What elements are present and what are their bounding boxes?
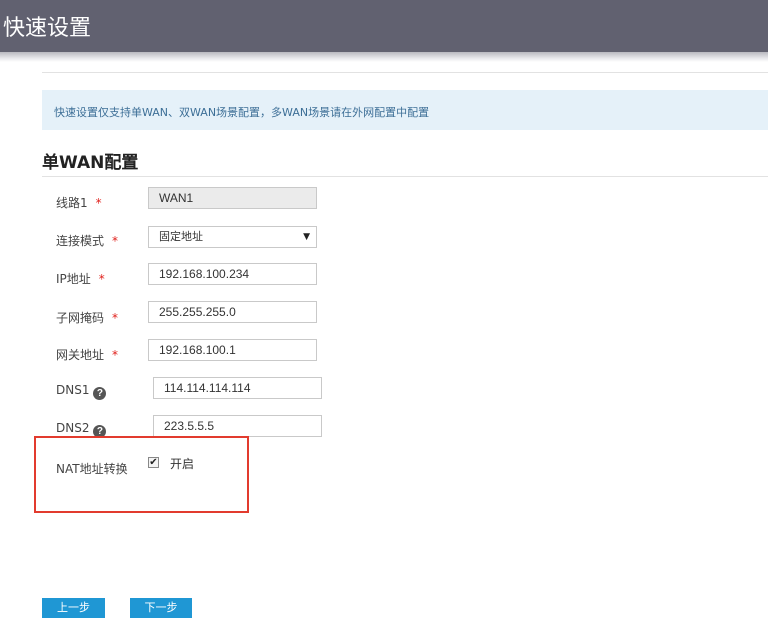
dns1-label: DNS1? [56,383,107,400]
required-mark: * [95,196,102,210]
connection-mode-select[interactable]: 固定地址 ▼ [148,226,317,248]
mode-label: 连接模式 * [56,232,118,249]
ip-label-text: IP地址 [56,272,91,286]
line-label-text: 线路1 [56,196,88,210]
line-label: 线路1 * [56,194,102,211]
next-button[interactable]: 下一步 [130,598,192,618]
connection-mode-value: 固定地址 [159,230,203,243]
chevron-down-icon: ▼ [303,232,310,242]
prev-button[interactable]: 上一步 [42,598,105,618]
subnet-mask-input[interactable]: 255.255.255.0 [148,301,317,323]
mode-label-text: 连接模式 [56,234,105,248]
nat-checkbox[interactable]: ✔ [148,457,159,468]
line-field: WAN1 [148,187,317,209]
nat-option-label: 开启 [170,457,195,471]
required-mark: * [112,311,119,325]
info-notice: 快速设置仅支持单WAN、双WAN场景配置，多WAN场景请在外网配置中配置 [42,90,768,130]
divider [42,72,768,73]
required-mark: * [98,272,105,286]
header-shadow [0,52,768,62]
mask-label-text: 子网掩码 [56,311,105,325]
help-icon[interactable]: ? [93,387,107,400]
ip-address-input[interactable]: 192.168.100.234 [148,263,317,285]
mask-label: 子网掩码 * [56,309,118,326]
gateway-label: 网关地址 * [56,346,118,363]
notice-text: 快速设置仅支持单WAN、双WAN场景配置，多WAN场景请在外网配置中配置 [54,106,430,119]
dns1-input[interactable]: 114.114.114.114 [153,377,322,399]
section-divider [42,176,768,177]
section-title: 单WAN配置 [42,153,139,173]
dns2-label-text: DNS2 [56,421,90,435]
nat-label: NAT地址转换 [56,462,128,476]
gateway-input[interactable]: 192.168.100.1 [148,339,317,361]
ip-label: IP地址 * [56,270,105,287]
page-title: 快速设置 [3,16,92,41]
required-mark: * [112,234,119,248]
dns1-label-text: DNS1 [56,383,90,397]
gateway-label-text: 网关地址 [56,348,105,362]
page-header: 快速设置 [0,0,768,52]
required-mark: * [112,348,119,362]
dns2-input[interactable]: 223.5.5.5 [153,415,322,437]
